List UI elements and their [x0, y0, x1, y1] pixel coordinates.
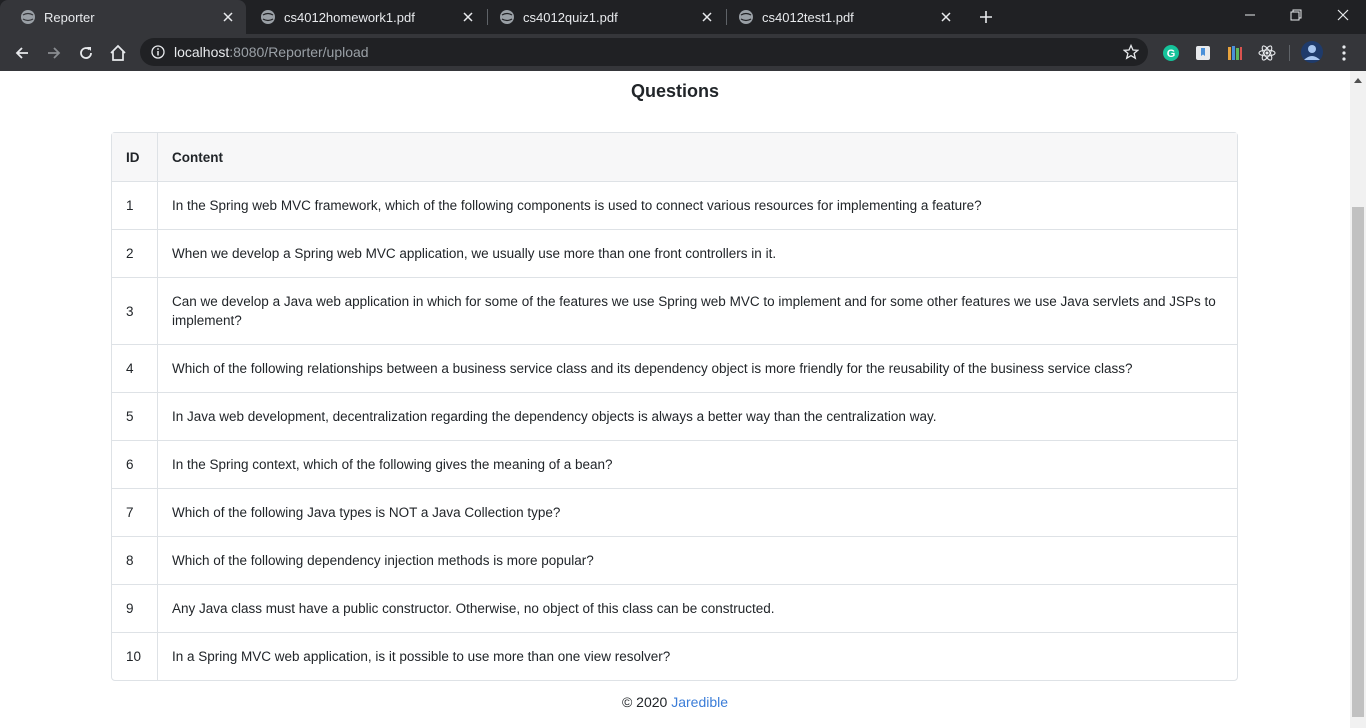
question-id: 2: [112, 229, 158, 277]
table-row: 3 Can we develop a Java web application …: [112, 277, 1237, 344]
tab-title: cs4012homework1.pdf: [284, 9, 415, 25]
tab-title: cs4012test1.pdf: [762, 9, 854, 25]
tab-strip: Reporter cs4012homework1.pdf cs4012quiz1…: [0, 0, 1366, 34]
new-tab-button[interactable]: [976, 7, 996, 27]
home-button[interactable]: [106, 41, 130, 65]
scrollbar-thumb[interactable]: [1352, 207, 1364, 717]
url-host: localhost: [174, 44, 230, 60]
page-title: Questions: [630, 81, 719, 101]
bookmark-star-icon[interactable]: [1122, 43, 1140, 61]
minimize-button[interactable]: [1227, 0, 1273, 30]
tab-quiz-pdf[interactable]: cs4012quiz1.pdf: [479, 0, 725, 34]
question-content: Can we develop a Java web application in…: [158, 277, 1237, 344]
page-viewport: Questions ID Content 1 In the Spring web…: [0, 71, 1366, 728]
question-id: 8: [112, 536, 158, 584]
globe-icon: [20, 9, 36, 25]
url-path: :8080/Reporter/upload: [229, 44, 369, 60]
svg-text:G: G: [1167, 48, 1176, 60]
restore-button[interactable]: [1273, 0, 1319, 30]
close-window-button[interactable]: [1320, 0, 1366, 30]
question-content: In a Spring MVC web application, is it p…: [158, 632, 1237, 680]
menu-icon[interactable]: [1334, 43, 1354, 63]
browser-toolbar: localhost:8080/Reporter/upload G: [0, 34, 1366, 71]
question-id: 7: [112, 488, 158, 536]
scroll-up-arrow-icon[interactable]: [1350, 71, 1366, 88]
bookmark-ext-icon[interactable]: [1193, 43, 1213, 63]
questions-table: ID Content 1 In the Spring web MVC frame…: [111, 132, 1238, 681]
react-devtools-icon[interactable]: [1257, 43, 1277, 63]
grammarly-icon[interactable]: G: [1161, 43, 1181, 63]
question-content: When we develop a Spring web MVC applica…: [158, 229, 1237, 277]
question-id: 5: [112, 392, 158, 440]
info-icon[interactable]: [150, 44, 166, 60]
toolbar-separator: [1289, 45, 1290, 61]
question-content: Any Java class must have a public constr…: [158, 584, 1237, 632]
question-id: 1: [112, 181, 158, 229]
question-id: 10: [112, 632, 158, 680]
tab-test-pdf[interactable]: cs4012test1.pdf: [718, 0, 964, 34]
question-id: 6: [112, 440, 158, 488]
table-row: 5 In Java web development, decentralizat…: [112, 392, 1237, 440]
vertical-scrollbar[interactable]: [1350, 71, 1366, 728]
table-row: 7 Which of the following Java types is N…: [112, 488, 1237, 536]
url-text: localhost:8080/Reporter/upload: [174, 44, 369, 60]
close-icon[interactable]: [936, 7, 956, 27]
copyright-text: © 2020: [621, 694, 668, 710]
profile-avatar[interactable]: [1300, 40, 1324, 64]
question-content: Which of the following relationships bet…: [158, 344, 1237, 392]
question-id: 3: [112, 277, 158, 344]
table-row: 4 Which of the following relationships b…: [112, 344, 1237, 392]
question-id: 9: [112, 584, 158, 632]
table-header-row: ID Content: [112, 133, 1237, 181]
column-header-id: ID: [112, 133, 158, 181]
tab-title: cs4012quiz1.pdf: [523, 9, 618, 25]
library-icon[interactable]: [1225, 43, 1245, 63]
address-bar[interactable]: localhost:8080/Reporter/upload: [140, 38, 1148, 66]
close-icon[interactable]: [458, 7, 478, 27]
question-id: 4: [112, 344, 158, 392]
tab-title: Reporter: [44, 9, 95, 25]
table-row: 9 Any Java class must have a public cons…: [112, 584, 1237, 632]
column-header-content: Content: [158, 133, 1237, 181]
author-link[interactable]: Jaredible: [671, 694, 728, 710]
table-row: 1 In the Spring web MVC framework, which…: [112, 181, 1237, 229]
page-footer: © 2020 Jaredible: [0, 694, 1350, 710]
question-content: In Java web development, decentralizatio…: [158, 392, 1237, 440]
question-content: In the Spring context, which of the foll…: [158, 440, 1237, 488]
question-content: Which of the following dependency inject…: [158, 536, 1237, 584]
close-icon[interactable]: [218, 7, 238, 27]
close-icon[interactable]: [697, 7, 717, 27]
table-row: 8 Which of the following dependency inje…: [112, 536, 1237, 584]
tab-reporter[interactable]: Reporter: [0, 0, 246, 34]
forward-button[interactable]: [42, 41, 66, 65]
table-row: 6 In the Spring context, which of the fo…: [112, 440, 1237, 488]
question-content: Which of the following Java types is NOT…: [158, 488, 1237, 536]
question-content: In the Spring web MVC framework, which o…: [158, 181, 1237, 229]
globe-icon: [260, 9, 276, 25]
tab-homework-pdf[interactable]: cs4012homework1.pdf: [240, 0, 486, 34]
globe-icon: [738, 9, 754, 25]
back-button[interactable]: [10, 41, 34, 65]
reload-button[interactable]: [74, 41, 98, 65]
table-row: 10 In a Spring MVC web application, is i…: [112, 632, 1237, 680]
table-row: 2 When we develop a Spring web MVC appli…: [112, 229, 1237, 277]
globe-icon: [499, 9, 515, 25]
